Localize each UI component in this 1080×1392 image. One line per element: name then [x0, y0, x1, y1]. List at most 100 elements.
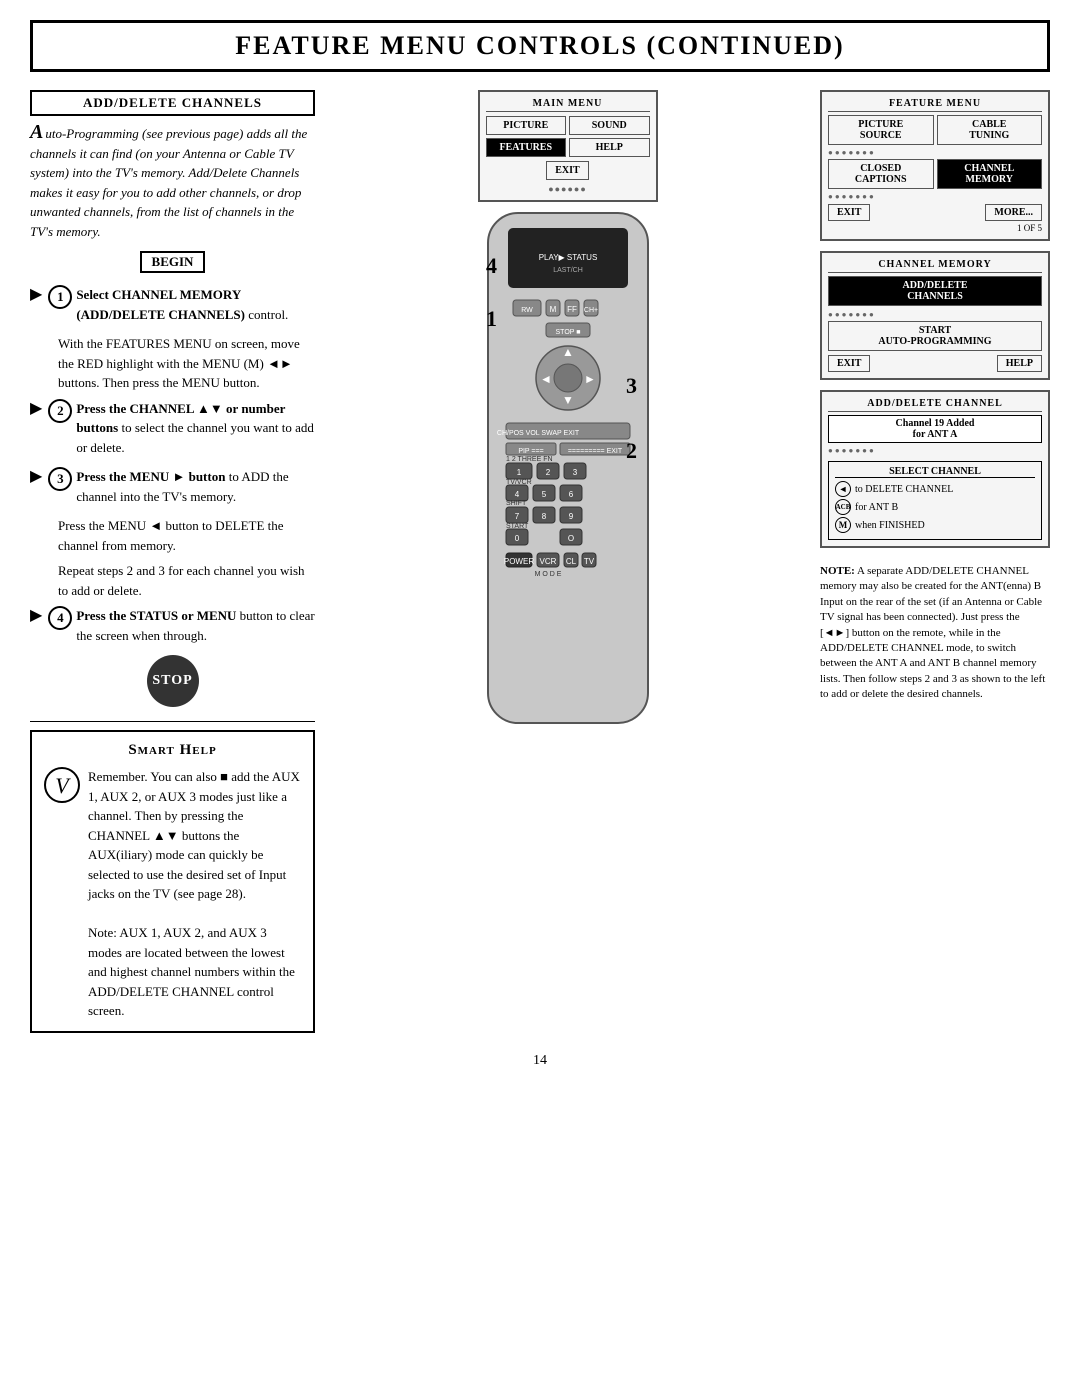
main-menu-box: MAIN MENU PICTURE SOUND FEATURES HELP EX… — [478, 90, 658, 202]
svg-text:POWER: POWER — [503, 557, 533, 566]
page-title: Feature Menu Controls (Continued) — [53, 31, 1027, 61]
step-3-sub2: Repeat steps 2 and 3 for each channel yo… — [30, 561, 315, 600]
m-icon: M — [835, 517, 851, 533]
finished-row: M when FINISHED — [835, 517, 1035, 533]
step-3-strong: Press the MENU ► button — [76, 469, 225, 484]
feature-picture-source: PICTURESOURCE — [828, 115, 934, 145]
feature-closed-captions: CLOSEDCAPTIONS — [828, 159, 934, 189]
svg-text:CL: CL — [565, 557, 576, 566]
channel-memory-label: CHANNEL MEMORY — [828, 259, 1042, 273]
channel-memory-help: HELP — [997, 355, 1042, 372]
svg-text:TV/VCR: TV/VCR — [506, 479, 532, 486]
svg-text:M O D E: M O D E — [534, 571, 561, 578]
svg-text:▼: ▼ — [562, 393, 574, 407]
channel-memory-auto: STARTAUTO-PROGRAMMING — [828, 321, 1042, 351]
intro-A: A — [30, 124, 43, 140]
main-menu-picture: PICTURE — [486, 116, 567, 135]
svg-text:FF: FF — [567, 305, 577, 314]
svg-text:►: ► — [584, 372, 596, 386]
svg-text:PLAY▶ STATUS: PLAY▶ STATUS — [538, 253, 597, 262]
note-content: A separate ADD/DELETE CHANNEL memory may… — [820, 565, 1045, 700]
stop-badge: STOP — [147, 655, 199, 707]
step-4-strong: Press the STATUS or MENU — [76, 608, 236, 623]
right-column: FEATURE MENU PICTURESOURCE CABLETUNING ●… — [820, 90, 1050, 1033]
main-menu-features: FEATURES — [486, 138, 567, 157]
ant-b-row: ACB for ANT B — [835, 499, 1035, 515]
channel-memory-add-delete: ADD/DELETECHANNELS — [828, 276, 1042, 306]
feature-menu-page: 1 OF 5 — [828, 223, 1042, 233]
step-3: ▶ 3 Press the MENU ► button to ADD the c… — [30, 467, 315, 506]
svg-text:1: 1 — [516, 468, 521, 477]
main-menu-exit: EXIT — [546, 161, 588, 180]
remote-svg: PLAY▶ STATUS LAST/CH RW M FF CH+ STOP ■ — [458, 208, 678, 728]
main-menu-items: PICTURE SOUND FEATURES HELP — [486, 116, 650, 157]
step-3-arrow: ▶ — [30, 467, 42, 486]
main-menu-sound: SOUND — [569, 116, 650, 135]
begin-badge: BEGIN — [140, 251, 206, 273]
delete-channel-row: ◄ to DELETE CHANNEL — [835, 481, 1035, 497]
page-number: 14 — [30, 1053, 1050, 1069]
svg-text:◄: ◄ — [540, 372, 552, 386]
smart-help-text: Remember. You can also ■ add the AUX 1, … — [88, 767, 301, 1021]
svg-text:========= EXIT: ========= EXIT — [567, 448, 622, 455]
main-menu-dots: ●●●●●● — [486, 184, 650, 194]
feature-menu-row1: PICTURESOURCE CABLETUNING — [828, 115, 1042, 145]
add-delete-channel-box: ADD/DELETE CHANNEL Channel 19 Added for … — [820, 390, 1050, 548]
note-text: NOTE: A separate ADD/DELETE CHANNEL memo… — [820, 564, 1050, 703]
feature-channel-memory: CHANNELMEMORY — [937, 159, 1043, 189]
step-1-arrow: ▶ — [30, 285, 42, 304]
add-delete-title: ADD/DELETE CHANNEL — [828, 398, 1042, 412]
svg-text:2: 2 — [626, 438, 637, 463]
page-header: Feature Menu Controls (Continued) — [30, 20, 1050, 72]
channel-added-badge: Channel 19 Added for ANT A — [828, 415, 1042, 443]
remote-control: PLAY▶ STATUS LAST/CH RW M FF CH+ STOP ■ — [458, 208, 678, 733]
step-4-content: Press the STATUS or MENU button to clear… — [76, 606, 315, 645]
svg-text:M: M — [549, 305, 556, 314]
svg-text:START: START — [506, 523, 529, 530]
svg-text:3: 3 — [626, 373, 637, 398]
feature-menu-row2: CLOSEDCAPTIONS CHANNELMEMORY — [828, 159, 1042, 189]
svg-text:▲: ▲ — [562, 345, 574, 359]
svg-text:TV: TV — [583, 557, 594, 566]
svg-text:CH+: CH+ — [583, 307, 597, 314]
section-title: ADD/DELETE CHANNELS — [30, 90, 315, 116]
svg-text:7: 7 — [514, 512, 519, 521]
note-label: NOTE: — [820, 565, 855, 577]
delete-icon: ◄ — [835, 481, 851, 497]
feature-menu-box: FEATURE MENU PICTURESOURCE CABLETUNING ●… — [820, 90, 1050, 241]
divider — [30, 721, 315, 722]
middle-column: MAIN MENU PICTURE SOUND FEATURES HELP EX… — [333, 90, 802, 1033]
smart-help-content: V Remember. You can also ■ add the AUX 1… — [44, 767, 301, 1021]
step-4-num: 4 — [48, 606, 72, 630]
step-1-strong: Select CHANNEL MEMORY(ADD/DELETE CHANNEL… — [76, 287, 245, 322]
select-channel-title: SELECT CHANNEL — [835, 466, 1035, 478]
svg-text:O: O — [567, 534, 573, 543]
feature-cable-tuning: CABLETUNING — [937, 115, 1043, 145]
step-2: ▶ 2 Press the CHANNEL ▲▼ or number butto… — [30, 399, 315, 458]
svg-text:VCR: VCR — [539, 557, 556, 566]
svg-text:LAST/CH: LAST/CH — [553, 267, 583, 274]
step-3-sub1: Press the MENU ◄ button to DELETE the ch… — [30, 516, 315, 555]
svg-text:8: 8 — [541, 512, 546, 521]
svg-text:RW: RW — [521, 307, 533, 314]
channel-memory-box: CHANNEL MEMORY ADD/DELETECHANNELS ●●●●●●… — [820, 251, 1050, 380]
step-4: ▶ 4 Press the STATUS or MENU button to c… — [30, 606, 315, 645]
main-menu-label: MAIN MENU — [486, 98, 650, 112]
svg-text:4: 4 — [486, 253, 497, 278]
svg-text:4: 4 — [514, 490, 519, 499]
step-3-num: 3 — [48, 467, 72, 491]
feature-menu-exit: EXIT — [828, 204, 870, 221]
svg-text:5: 5 — [541, 490, 546, 499]
intro-text: A uto-Programming (see previous page) ad… — [30, 124, 315, 241]
step-1-content: Select CHANNEL MEMORY(ADD/DELETE CHANNEL… — [76, 285, 315, 324]
svg-text:1 2 THREE FN: 1 2 THREE FN — [506, 456, 553, 463]
step-1-sub: With the FEATURES MENU on screen, move t… — [30, 334, 315, 393]
main-menu-help: HELP — [569, 138, 650, 157]
left-column: ADD/DELETE CHANNELS A uto-Programming (s… — [30, 90, 315, 1033]
step-1: ▶ 1 Select CHANNEL MEMORY(ADD/DELETE CHA… — [30, 285, 315, 324]
svg-text:1: 1 — [486, 306, 497, 331]
feature-menu-more: MORE... — [985, 204, 1042, 221]
step-2-content: Press the CHANNEL ▲▼ or number buttons t… — [76, 399, 315, 458]
svg-text:9: 9 — [568, 512, 573, 521]
step-2-num: 2 — [48, 399, 72, 423]
